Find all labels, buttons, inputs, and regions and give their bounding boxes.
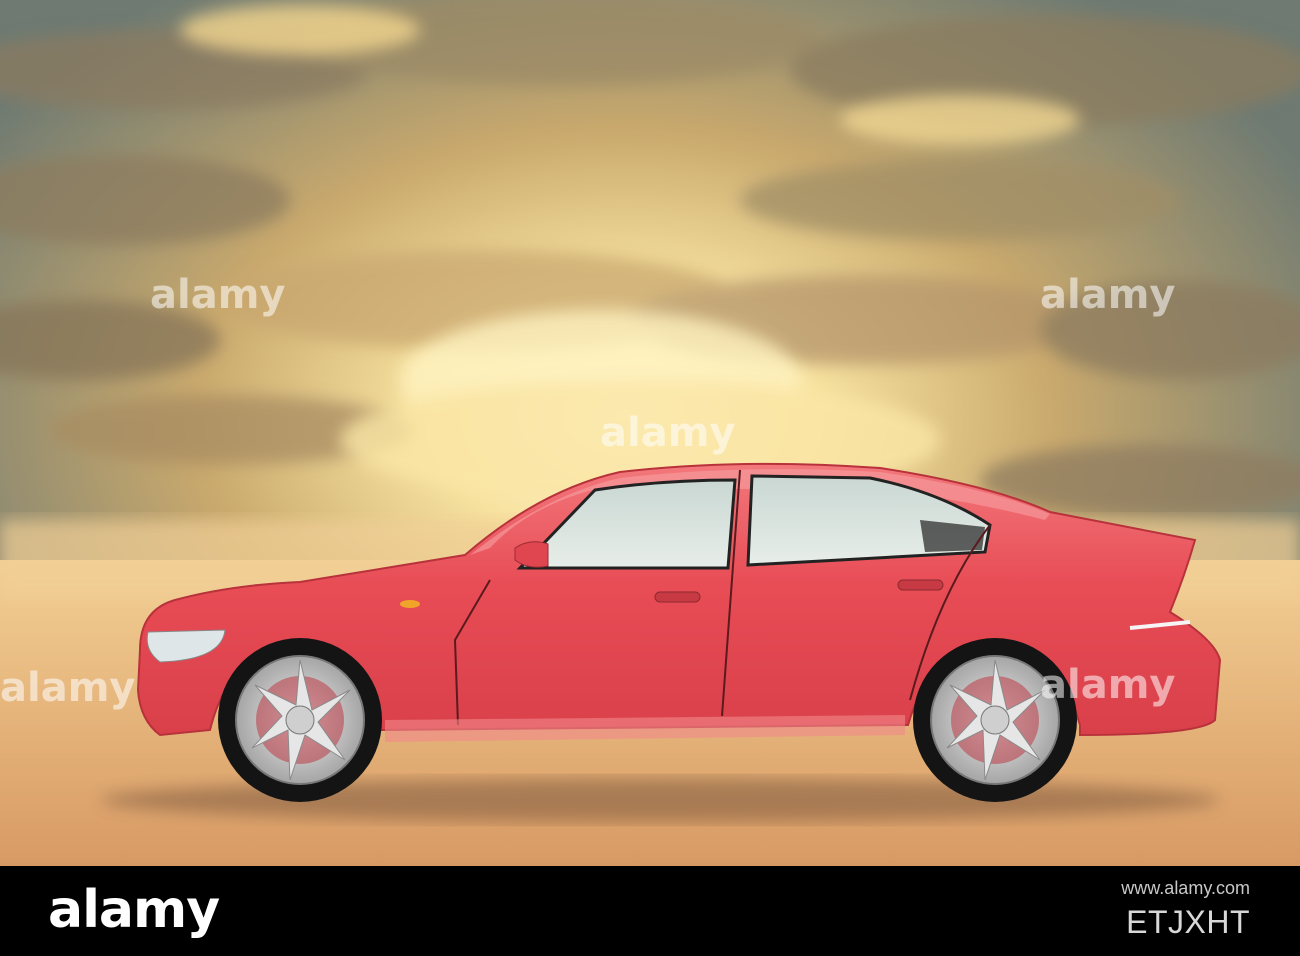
alamy-logo: alamy [48,880,220,940]
watermark: alamy [600,410,736,456]
stock-photo: alamy alamy alamy alamy alamy [0,0,1300,866]
watermark: alamy [0,665,136,711]
alamy-footer-bar: alamy www.alamy.com ETJXHT [0,866,1300,956]
image-id: ETJXHT [1126,904,1250,940]
watermark: alamy [1040,662,1176,708]
side-mirror [514,541,549,568]
front-door-handle [654,591,701,603]
watermark: alamy [1040,272,1176,318]
rear-door-handle [897,579,944,591]
alamy-url: www.alamy.com [1121,878,1250,898]
watermark: alamy [150,272,286,318]
front-wheel [218,638,382,802]
